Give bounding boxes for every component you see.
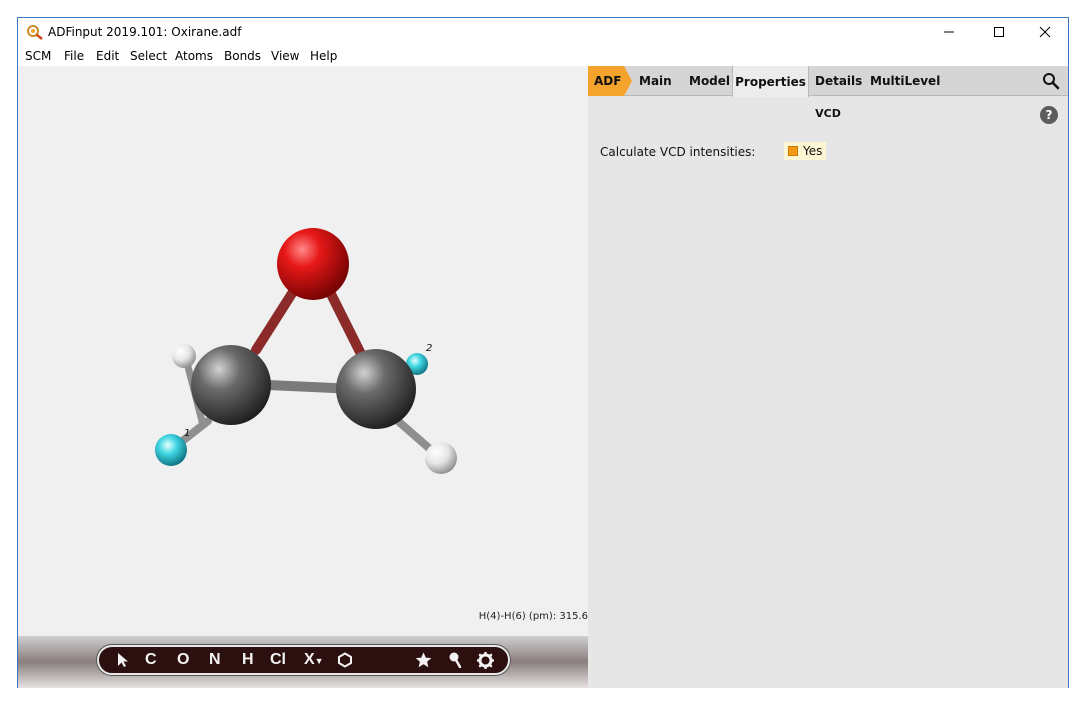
atom-carbon[interactable] (191, 345, 271, 425)
atom-label-1: 1 (184, 428, 190, 439)
menu-view[interactable]: View (271, 49, 299, 63)
builder-toolbar-area: C O N H Cl X▼ (18, 636, 588, 688)
app-logo-icon (26, 24, 44, 40)
vcd-intensities-label: Calculate VCD intensities: (600, 145, 756, 159)
select-tool-button[interactable] (116, 652, 130, 668)
panel-search-button[interactable] (1042, 72, 1060, 90)
section-title: VCD (815, 107, 841, 120)
atom-hydrogen[interactable] (172, 344, 196, 368)
maximize-icon (994, 27, 1004, 37)
minimize-icon (944, 31, 954, 33)
chlorine-tool-button[interactable]: Cl (270, 651, 286, 669)
vcd-intensities-checkbox[interactable]: Yes (784, 142, 827, 160)
carbon-tool-button[interactable]: C (145, 651, 157, 669)
distance-readout: H(4)-H(6) (pm): 315.6 (478, 611, 588, 622)
minimize-button[interactable] (926, 18, 972, 46)
settings-button[interactable] (477, 652, 494, 669)
oxygen-tool-button[interactable]: O (177, 651, 189, 669)
cursor-arrow-icon (118, 653, 128, 667)
tab-model[interactable]: Model (689, 66, 730, 96)
app-window: ADFinput 2019.101: Oxirane.adf SCM File … (17, 17, 1069, 688)
star-icon (415, 652, 432, 668)
tab-main[interactable]: Main (639, 66, 672, 96)
atom-label-2: 2 (426, 343, 432, 354)
tab-details[interactable]: Details (815, 66, 862, 96)
checkbox-checked-indicator (788, 146, 798, 156)
tab-multilevel[interactable]: MultiLevel (870, 66, 940, 96)
menu-edit[interactable]: Edit (96, 49, 119, 63)
window-title: ADFinput 2019.101: Oxirane.adf (48, 25, 242, 39)
builder-toolbar: C O N H Cl X▼ (97, 645, 510, 675)
panel-tab-bar: ADF Main Model Properties Details MultiL… (588, 66, 1068, 97)
menu-atoms[interactable]: Atoms (175, 49, 213, 63)
close-button[interactable] (1022, 18, 1068, 46)
bond-c-o-left (251, 279, 303, 355)
menu-select[interactable]: Select (130, 49, 167, 63)
menu-bonds[interactable]: Bonds (224, 49, 261, 63)
hexagon-icon (338, 652, 352, 668)
maximize-button[interactable] (976, 18, 1022, 46)
favorites-button[interactable] (415, 652, 432, 668)
nitrogen-tool-button[interactable]: N (209, 651, 221, 669)
help-button[interactable]: ? (1040, 106, 1058, 124)
measure-tool-button[interactable] (448, 652, 462, 668)
close-icon (1039, 26, 1051, 38)
ring-tool-button[interactable] (337, 652, 353, 668)
menu-scm[interactable]: SCM (25, 49, 51, 63)
gear-icon (477, 652, 494, 669)
atom-oxygen[interactable] (277, 228, 349, 300)
menu-file[interactable]: File (64, 49, 84, 63)
hydrogen-tool-button[interactable]: H (242, 651, 254, 669)
tab-properties[interactable]: Properties (732, 66, 809, 97)
properties-panel: ADF Main Model Properties Details MultiL… (588, 66, 1068, 688)
atom-hydrogen[interactable] (425, 442, 457, 474)
search-icon (1043, 73, 1060, 90)
atom-carbon[interactable] (336, 349, 416, 429)
molecule-canvas[interactable]: 1 2 (18, 66, 588, 636)
title-bar: ADFinput 2019.101: Oxirane.adf (18, 18, 1068, 46)
menu-help[interactable]: Help (310, 49, 337, 63)
element-picker-label: X (304, 651, 315, 668)
molecule-viewport[interactable]: 1 2 H(4)-H(6) (pm): 315.6 (18, 66, 588, 636)
tab-adf[interactable]: ADF (588, 66, 632, 96)
pin-icon (449, 652, 462, 668)
vcd-intensities-checkbox-label: Yes (803, 144, 823, 158)
menu-bar: SCM File Edit Select Atoms Bonds View He… (18, 46, 1068, 66)
element-picker-button[interactable]: X▼ (304, 651, 324, 669)
chevron-down-icon: ▼ (314, 656, 324, 666)
atom-hydrogen-selected[interactable] (155, 434, 187, 466)
